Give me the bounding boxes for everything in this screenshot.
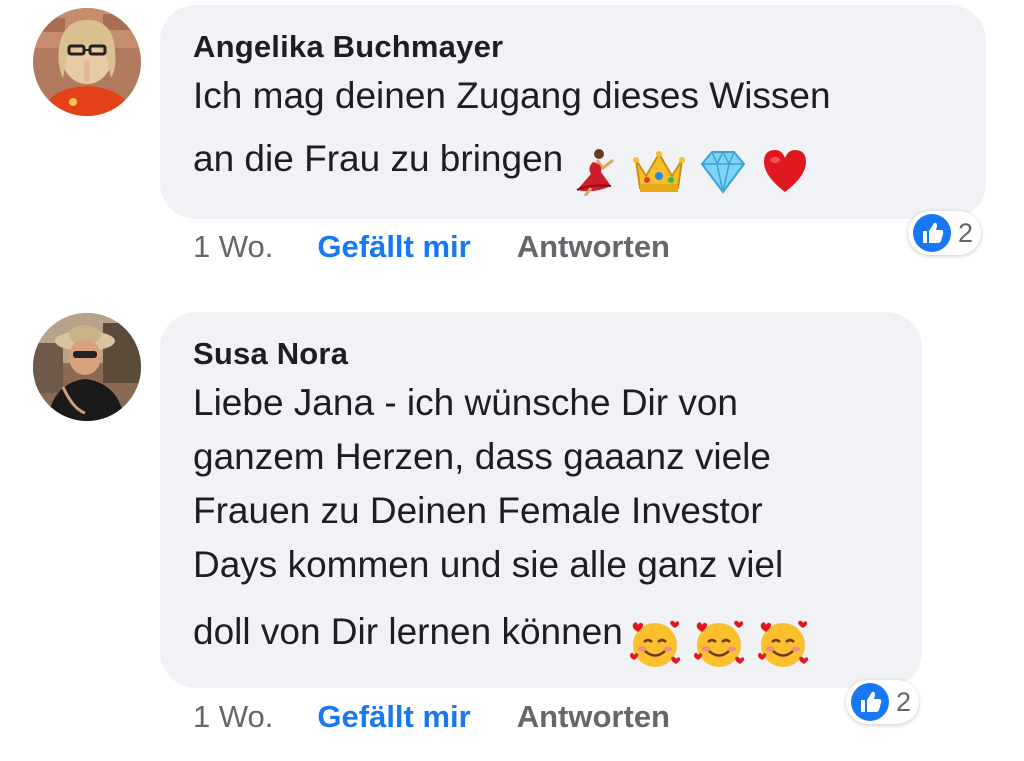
comment-text-line: Ich mag deinen Zugang dieses Wissen xyxy=(193,75,831,116)
comment-bubble: Angelika Buchmayer Ich mag deinen Zugang… xyxy=(160,5,986,219)
thumbs-up-icon xyxy=(851,683,889,721)
reaction-summary[interactable]: 2 xyxy=(908,211,982,255)
profile-photo xyxy=(33,313,141,421)
smiling-face-with-hearts-emoji xyxy=(694,620,745,668)
comment-text: Ich mag deinen Zugang dieses Wissen an d… xyxy=(193,69,952,205)
avatar[interactable] xyxy=(33,313,141,421)
comment-author[interactable]: Angelika Buchmayer xyxy=(193,29,952,65)
smiling-face-with-hearts-emoji xyxy=(758,620,809,668)
gem-emoji xyxy=(700,150,746,194)
comment-text-line: Liebe Jana - ich wünsche Dir von xyxy=(193,382,739,423)
dancer-emoji xyxy=(576,149,615,197)
comment-text-line: an die Frau zu bringen xyxy=(193,123,952,205)
emoji-row xyxy=(569,133,812,205)
reaction-summary[interactable]: 2 xyxy=(846,680,920,724)
comment-actions: 1 Wo. Gefällt mir Antworten xyxy=(193,229,670,265)
comment-text-line: doll von Dir lernen können xyxy=(193,592,888,682)
comment-timestamp[interactable]: 1 Wo. xyxy=(193,699,273,734)
thumbs-up-icon xyxy=(913,214,951,252)
reply-button[interactable]: Antworten xyxy=(517,699,670,734)
reaction-count: 2 xyxy=(958,217,974,248)
like-button[interactable]: Gefällt mir xyxy=(317,699,470,734)
comment-timestamp[interactable]: 1 Wo. xyxy=(193,229,273,264)
reaction-count: 2 xyxy=(896,686,912,717)
comment-text-line: Frauen zu Deinen Female Investor xyxy=(193,490,763,531)
comment-text-line: ganzem Herzen, dass gaaanz viele xyxy=(193,436,771,477)
reply-button[interactable]: Antworten xyxy=(517,229,670,264)
comment-actions: 1 Wo. Gefällt mir Antworten xyxy=(193,699,670,735)
crown-emoji xyxy=(632,151,685,193)
profile-photo xyxy=(33,8,141,116)
comment-author[interactable]: Susa Nora xyxy=(193,336,888,372)
comment-text-line: Days kommen und sie alle ganz viel xyxy=(193,544,784,585)
avatar[interactable] xyxy=(33,8,141,116)
red-heart-emoji xyxy=(764,150,807,193)
like-button[interactable]: Gefällt mir xyxy=(317,229,470,264)
smiling-face-with-hearts-emoji xyxy=(629,620,681,668)
emoji-row xyxy=(629,602,812,682)
comment-bubble: Susa Nora Liebe Jana - ich wünsche Dir v… xyxy=(160,312,922,688)
comment-text: Liebe Jana - ich wünsche Dir von ganzem … xyxy=(193,376,888,682)
